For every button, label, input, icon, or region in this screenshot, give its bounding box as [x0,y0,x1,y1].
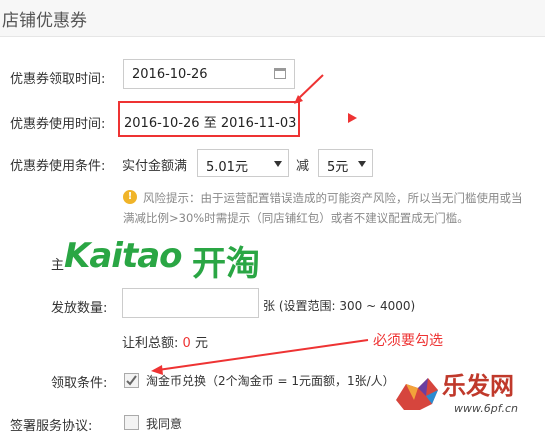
agreement-option: 我同意 [146,417,183,431]
arrow-to-date-range [297,74,324,100]
receive-condition-label: 领取条件: [51,376,108,391]
watermark-logo: 乐发网 www.6pf.cn [394,362,542,424]
agreement-checkbox[interactable] [124,415,139,430]
watermark-brand: 乐发网 [442,371,514,400]
watermark-url: www.6pf.cn [454,402,518,415]
bull-logo-icon [396,378,438,410]
arrow-to-checkbox [157,339,369,371]
receive-condition-option: 淘金币兑换（2个淘金币 = 1元面额，1张/人） [146,374,395,388]
checkmark-icon [126,375,137,386]
receive-condition-checkbox[interactable] [124,373,139,388]
agreement-label: 签署服务协议: [10,419,93,434]
